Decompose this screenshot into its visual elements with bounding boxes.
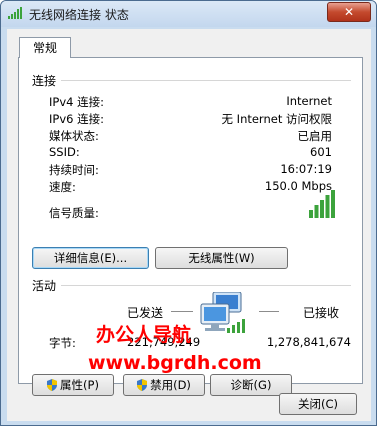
client-area: 常规 连接 IPv4 连接: Internet IPv6 连接: 无 Inter… [7, 29, 371, 421]
title-bar[interactable]: 无线网络连接 状态 ✕ [1, 1, 376, 27]
uac-shield-icon [137, 379, 148, 391]
uac-shield-icon [47, 379, 58, 391]
signal-quality-label: 信号质量: [49, 206, 99, 220]
duration-label: 持续时间: [49, 163, 99, 177]
media-state-value: 已启用 [297, 129, 333, 143]
disable-button-label: 禁用(D) [150, 378, 191, 392]
ipv6-value: 无 Internet 访问权限 [221, 112, 332, 126]
ssid-value: 601 [310, 145, 332, 159]
window-title: 无线网络连接 状态 [29, 8, 129, 22]
disable-button[interactable]: 禁用(D) [123, 374, 205, 396]
properties-button-label: 属性(P) [60, 378, 99, 392]
received-label: 已接收 [303, 306, 340, 320]
watermark-title: 办公人导航 [96, 324, 192, 346]
signal-strength-icon [309, 190, 335, 218]
properties-button[interactable]: 属性(P) [32, 374, 114, 396]
media-state-label: 媒体状态: [49, 129, 99, 143]
window-close-button[interactable]: ✕ [327, 2, 371, 22]
bytes-label: 字节: [49, 336, 76, 350]
connection-section-title: 连接 [32, 74, 57, 88]
sent-line [171, 311, 193, 312]
sent-label: 已发送 [127, 306, 164, 320]
bytes-received-value: 1,278,841,674 [266, 335, 351, 349]
speed-label: 速度: [49, 180, 76, 194]
tab-panel: 连接 IPv4 连接: Internet IPv6 连接: 无 Internet… [18, 57, 363, 396]
close-button[interactable]: 关闭(C) [279, 393, 357, 415]
network-computers-icon [200, 292, 245, 333]
connection-divider [61, 80, 351, 81]
details-button[interactable]: 详细信息(E)... [32, 247, 149, 269]
activity-section-title: 活动 [32, 279, 57, 293]
wireless-signal-icon [8, 7, 22, 19]
ssid-label: SSID: [49, 145, 80, 159]
wireless-properties-button[interactable]: 无线属性(W) [155, 247, 288, 269]
activity-divider [61, 285, 351, 286]
ipv6-label: IPv6 连接: [49, 112, 104, 126]
received-line [259, 311, 279, 312]
ipv4-label: IPv4 连接: [49, 95, 104, 109]
duration-value: 16:07:19 [280, 162, 332, 176]
ipv4-value: Internet [286, 94, 332, 108]
status-window: 无线网络连接 状态 ✕ 常规 连接 IPv4 连接: Internet IPv6… [0, 0, 377, 426]
watermark-url: www.bgrdh.com [88, 352, 262, 374]
tab-general[interactable]: 常规 [19, 37, 71, 58]
